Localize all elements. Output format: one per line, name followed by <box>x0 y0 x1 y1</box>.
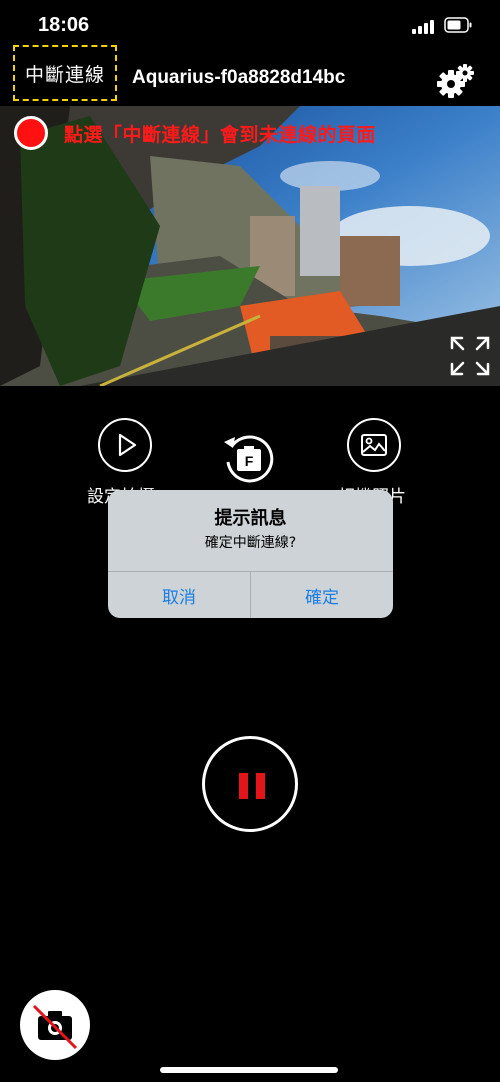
pause-button[interactable] <box>202 736 298 832</box>
disconnect-button[interactable]: 中斷連線 <box>13 45 117 101</box>
disconnect-label: 中斷連線 <box>24 63 105 86</box>
play-button[interactable] <box>98 418 152 472</box>
camera-off-icon <box>32 1004 78 1050</box>
confirm-button[interactable]: 確定 <box>251 572 393 618</box>
camera-toggle-button[interactable] <box>20 990 90 1060</box>
rotate-camera-icon[interactable]: F <box>218 428 280 490</box>
pause-icon <box>239 773 248 799</box>
live-video-feed <box>0 106 500 386</box>
svg-text:F: F <box>245 453 254 469</box>
gear-icon[interactable] <box>436 62 476 102</box>
cancel-button[interactable]: 取消 <box>108 572 250 618</box>
dialog-title: 提示訊息 <box>214 508 287 529</box>
play-icon <box>118 433 137 457</box>
image-icon <box>361 434 387 456</box>
record-indicator <box>14 116 48 150</box>
home-indicator <box>160 1067 338 1073</box>
device-name: Aquarius-f0a8828d14bc <box>132 67 346 88</box>
hint-text: 點選「中斷連線」會到未連線的頁面 <box>64 124 377 146</box>
dialog-message: 確定中斷連線? <box>204 535 297 551</box>
expand-icon[interactable] <box>448 334 492 378</box>
status-time: 18:06 <box>38 14 90 36</box>
photos-button[interactable] <box>347 418 401 472</box>
signal-icon <box>412 18 436 34</box>
battery-icon <box>444 17 472 33</box>
alert-dialog: 提示訊息 確定中斷連線? 取消 確定 <box>108 490 393 618</box>
